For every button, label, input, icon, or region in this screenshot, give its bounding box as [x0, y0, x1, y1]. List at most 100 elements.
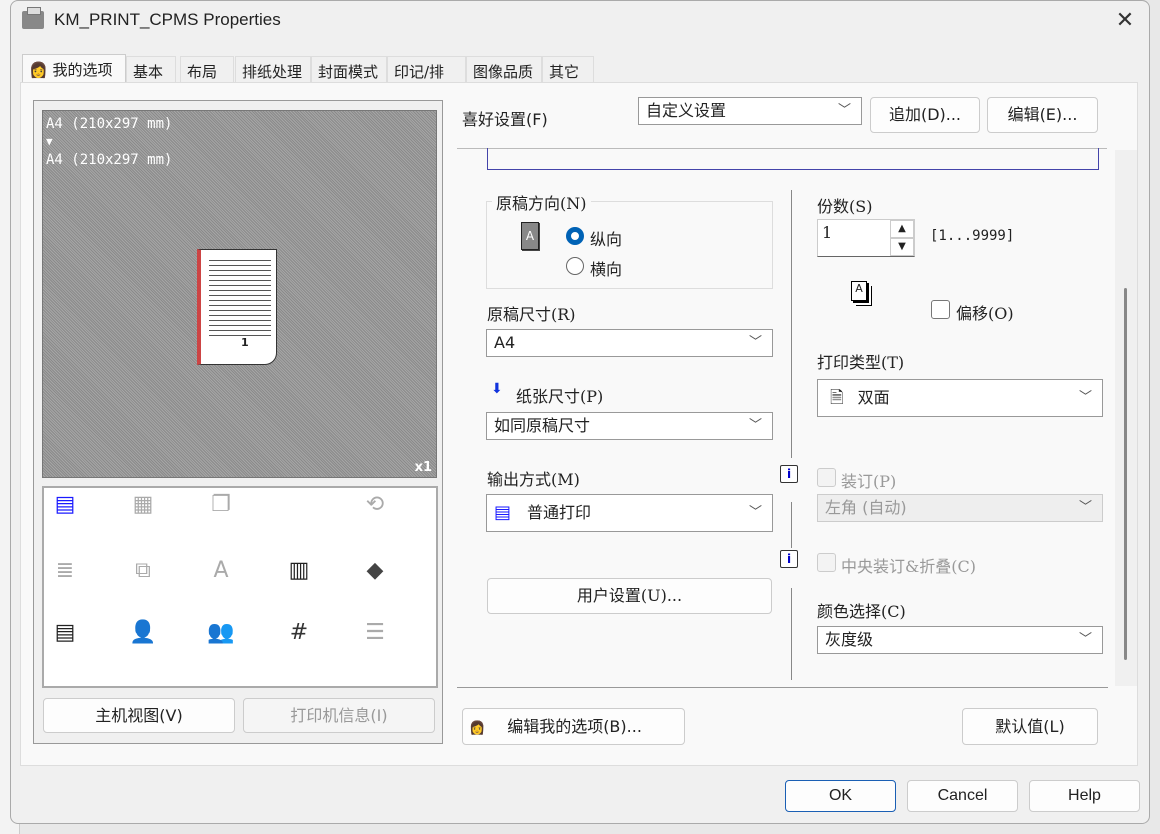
- copies-stack-icon: A: [851, 281, 867, 301]
- tab-my-options[interactable]: 👩 我的选项: [22, 54, 126, 83]
- portrait-page-icon: A: [521, 222, 539, 250]
- copies-value: 1: [822, 223, 832, 242]
- scrollbar-thumb[interactable]: [1124, 288, 1127, 660]
- staple-checkbox[interactable]: [817, 468, 836, 487]
- output-label: 输出方式(M): [487, 466, 580, 490]
- nup-icon: ⧉: [128, 558, 158, 588]
- chevron-down-icon: ﹀: [749, 330, 762, 356]
- edit-favorite-button[interactable]: 编辑(E)...: [987, 97, 1098, 133]
- arrow-down-icon: ⬇: [491, 381, 503, 397]
- copies-mark: x1: [415, 460, 432, 475]
- cancel-button[interactable]: Cancel: [907, 780, 1018, 812]
- original-size-text: A4 (210x297 mm): [46, 115, 172, 133]
- portrait-label: 纵向: [590, 226, 622, 250]
- paper-size-text: A4 (210x297 mm): [46, 151, 172, 169]
- chevron-down-icon: ﹀: [749, 413, 762, 439]
- increment-button[interactable]: ▲: [890, 220, 914, 238]
- scrolled-box: [487, 148, 1099, 170]
- favorites-label: 喜好设置(F): [462, 106, 548, 130]
- header-footer-icon: ▥: [284, 558, 314, 588]
- chevron-down-icon: ﹀: [749, 495, 762, 531]
- user-auth-icon: 👤: [128, 620, 158, 650]
- tab-cover-mode[interactable]: 封面模式: [311, 56, 387, 83]
- offset-label: 偏移(O): [956, 300, 1014, 324]
- info-icon[interactable]: i: [780, 550, 798, 568]
- divider: [791, 190, 792, 458]
- printer-info-button[interactable]: 打印机信息(I): [243, 698, 435, 733]
- output-print-icon: ▤: [494, 502, 511, 523]
- portrait-radio[interactable]: [566, 227, 584, 245]
- banner-icon: ☰: [360, 620, 390, 650]
- add-favorite-button[interactable]: 追加(D)...: [870, 97, 980, 133]
- decrement-button[interactable]: ▼: [890, 238, 914, 256]
- secure-print-icon: #: [284, 620, 314, 650]
- landscape-radio[interactable]: [566, 257, 584, 275]
- tab-layout[interactable]: 布局: [180, 56, 234, 83]
- staple-label: 装订(P): [841, 468, 896, 492]
- color-value: 灰度级: [825, 630, 873, 649]
- divider: [457, 687, 1108, 688]
- tab-label: 我的选项: [52, 61, 112, 79]
- output-dropdown[interactable]: ▤ 普通打印 ﹀: [486, 494, 773, 532]
- user-icon: 👩: [29, 61, 52, 79]
- paper-size-dropdown[interactable]: 如同原稿尺寸 ﹀: [486, 412, 773, 440]
- copies-input[interactable]: 1 ▲ ▼: [817, 219, 915, 257]
- ok-button[interactable]: OK: [785, 780, 896, 812]
- divider: [791, 502, 792, 548]
- copies-label: 份数(S): [817, 193, 872, 217]
- print-type-dropdown[interactable]: 🗎 双面 ﹀: [817, 379, 1103, 417]
- favorites-dropdown[interactable]: 自定义设置 ﹀: [638, 97, 862, 125]
- help-button[interactable]: Help: [1029, 780, 1140, 812]
- center-staple-label: 中央装订&折叠(C): [841, 553, 976, 577]
- paper-size-label: 纸张尺寸(P): [516, 383, 603, 407]
- account-track-icon: 👥: [206, 620, 236, 650]
- print-type-value: 双面: [858, 388, 890, 407]
- orientation-label: 原稿方向(N): [492, 190, 591, 214]
- paper-size-value: 如同原稿尺寸: [494, 416, 590, 435]
- document-icon: 🗎: [830, 388, 844, 408]
- paper-preview: A4 (210x297 mm) ▼ A4 (210x297 mm) 1 x1: [42, 110, 437, 478]
- page-icon: 1: [197, 249, 277, 365]
- printer-icon: [22, 11, 44, 29]
- user-settings-button[interactable]: 用户设置(U)...: [487, 578, 772, 614]
- edit-my-options-button[interactable]: 👩 编辑我的选项(B)...: [462, 708, 685, 745]
- chevron-down-icon: ﹀: [1079, 627, 1092, 653]
- title-bar: KM_PRINT_CPMS Properties ✕: [10, 0, 1150, 42]
- output-value: 普通打印: [527, 503, 591, 522]
- divider: [791, 588, 792, 680]
- scrollbar[interactable]: [1115, 150, 1137, 686]
- color-dropdown[interactable]: 灰度级 ﹀: [817, 626, 1103, 654]
- tab-basic[interactable]: 基本: [126, 56, 176, 83]
- offset-checkbox[interactable]: [931, 300, 950, 319]
- landscape-label: 横向: [590, 256, 622, 280]
- defaults-button[interactable]: 默认值(L): [962, 708, 1098, 745]
- info-icon[interactable]: i: [780, 465, 798, 483]
- output-print-icon: ▤: [50, 492, 80, 522]
- favorites-value: 自定义设置: [646, 101, 726, 120]
- chevron-down-icon: ﹀: [838, 98, 851, 124]
- copies-range: [1...9999]: [930, 228, 1014, 244]
- edit-my-options-label: 编辑我的选项(B)...: [507, 717, 642, 736]
- tab-image-quality[interactable]: 图像品质: [466, 56, 542, 83]
- user-icon: 👩: [469, 721, 485, 736]
- tab-other[interactable]: 其它: [542, 56, 594, 83]
- poster-icon: ▦: [128, 492, 158, 522]
- original-size-dropdown[interactable]: A4 ﹀: [486, 329, 773, 357]
- staple-dropdown[interactable]: 左角 (自动)﹀: [817, 494, 1103, 522]
- center-staple-checkbox[interactable]: [817, 553, 836, 572]
- tab-stamp[interactable]: 印记/排版: [387, 56, 466, 83]
- cover-icon: ◆: [360, 558, 390, 588]
- close-button[interactable]: ✕: [1110, 6, 1140, 36]
- tab-finishing[interactable]: 排纸处理: [235, 56, 311, 83]
- print-type-label: 打印类型(T): [817, 349, 904, 373]
- original-size-label: 原稿尺寸(R): [487, 301, 576, 325]
- chevron-down-icon: ﹀: [1079, 495, 1092, 521]
- host-view-button[interactable]: 主机视图(V): [43, 698, 235, 733]
- collate-icon: ≣: [50, 558, 80, 588]
- chevron-down-icon: ﹀: [1079, 380, 1092, 416]
- original-size-value: A4: [494, 333, 515, 352]
- arrow-down-icon: ▼: [46, 133, 172, 151]
- rotate-icon: ⟲: [360, 492, 390, 522]
- page-number: 1: [241, 336, 249, 349]
- combination-icon: ❐: [206, 492, 236, 522]
